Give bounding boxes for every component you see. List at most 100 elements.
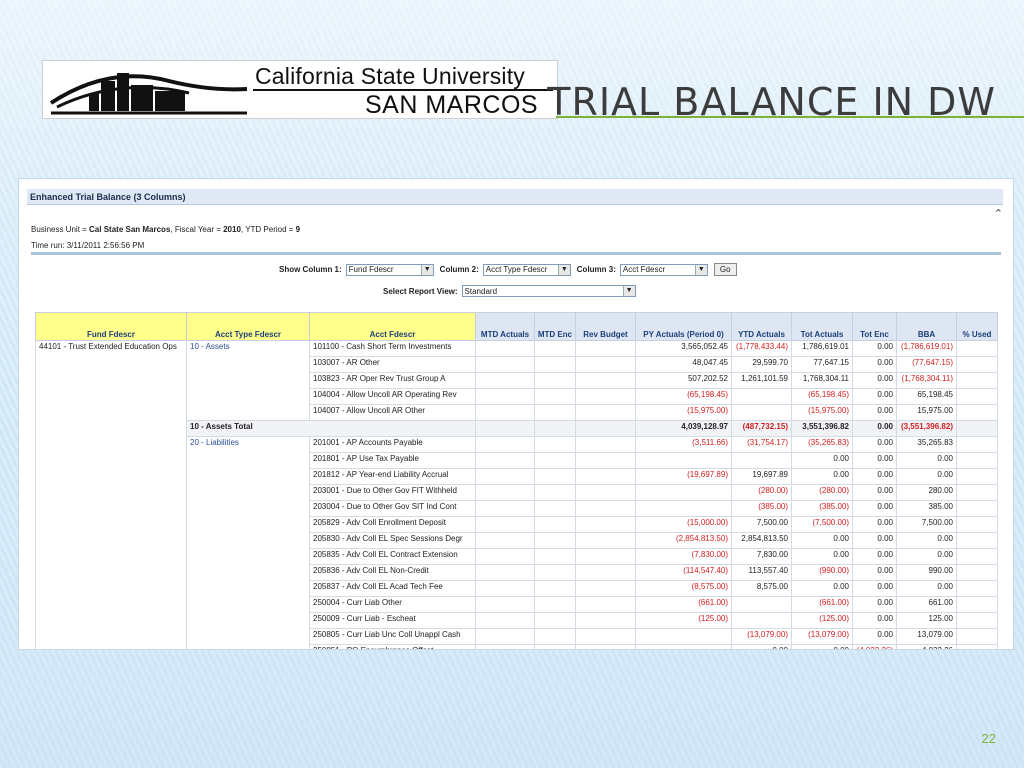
table-cell bbox=[475, 612, 535, 629]
table-cell: (114,547.40) bbox=[635, 564, 732, 581]
table-cell: 13,079.00 bbox=[896, 628, 957, 645]
table-cell: 0.00 bbox=[852, 420, 897, 437]
column-header[interactable]: Acct Type Fdescr bbox=[186, 312, 310, 341]
table-cell: 0.00 bbox=[896, 468, 957, 485]
table-cell bbox=[956, 644, 998, 649]
table-cell bbox=[575, 436, 636, 453]
table-cell bbox=[475, 628, 535, 645]
table-cell: 661.00 bbox=[896, 596, 957, 613]
separator-bar bbox=[31, 252, 1001, 255]
table-cell bbox=[534, 580, 576, 597]
table-cell bbox=[534, 644, 576, 649]
table-header-row: Fund Fdescr Acct Type Fdescr Acct Fdescr… bbox=[35, 312, 998, 341]
table-cell: 0.00 bbox=[852, 356, 897, 373]
table-cell bbox=[956, 372, 998, 389]
table-cell: 8,575.00 bbox=[731, 580, 792, 597]
table-cell: (65,198.45) bbox=[791, 388, 853, 405]
table-cell bbox=[575, 356, 636, 373]
column-header[interactable]: Acct Fdescr bbox=[309, 312, 476, 341]
report-view-select[interactable]: Standard ▼ bbox=[461, 285, 636, 297]
acct-cell: 205837 - Adv Coll EL Acad Tech Fee bbox=[309, 580, 476, 597]
table-cell: 3,565,052.45 bbox=[635, 340, 732, 357]
collapse-icon[interactable]: ⌃ bbox=[994, 207, 1003, 220]
ytd-value: 9 bbox=[295, 225, 301, 234]
table-cell: 0.00 bbox=[896, 548, 957, 565]
table-cell: (4,032.26) bbox=[852, 644, 897, 649]
show-column-1-label: Show Column 1: bbox=[279, 265, 342, 274]
table-cell: 0.00 bbox=[791, 580, 853, 597]
table-cell bbox=[956, 404, 998, 421]
table-cell bbox=[575, 340, 636, 357]
bu-value: Cal State San Marcos bbox=[89, 225, 171, 234]
acct-cell: 103007 - AR Other bbox=[309, 356, 476, 373]
table-cell bbox=[575, 500, 636, 517]
table-cell bbox=[731, 452, 792, 469]
table-cell: (15,000.00) bbox=[635, 516, 732, 533]
table-cell bbox=[731, 596, 792, 613]
column-3-select[interactable]: Acct Fdescr ▼ bbox=[619, 263, 708, 276]
logo-line-1: California State University bbox=[255, 63, 526, 89]
chevron-down-icon: ▼ bbox=[622, 286, 635, 296]
column-header[interactable]: Rev Budget bbox=[575, 312, 636, 341]
table-cell bbox=[575, 564, 636, 581]
table-cell: 7,830.00 bbox=[731, 548, 792, 565]
table-cell: (15,975.00) bbox=[635, 404, 732, 421]
table-cell bbox=[575, 372, 636, 389]
acct-type-link[interactable]: 10 - Assets bbox=[186, 340, 310, 421]
acct-cell: 250009 - Curr Liab - Escheat bbox=[309, 612, 476, 629]
column-2-select[interactable]: Acct Type Fdescr ▼ bbox=[482, 263, 571, 276]
column-header[interactable]: YTD Actuals bbox=[731, 312, 792, 341]
table-cell: (661.00) bbox=[791, 596, 853, 613]
go-button[interactable]: Go bbox=[713, 263, 737, 276]
table-cell: 0.00 bbox=[852, 580, 897, 597]
column-header[interactable]: % Used bbox=[956, 312, 998, 341]
report-parameters: Business Unit = Cal State San Marcos, Fi… bbox=[31, 225, 300, 234]
table-cell bbox=[731, 612, 792, 629]
table-cell: 0.00 bbox=[852, 468, 897, 485]
column-header[interactable]: PY Actuals (Period 0) bbox=[635, 312, 732, 341]
table-cell bbox=[956, 356, 998, 373]
trial-balance-table: Fund Fdescr Acct Type Fdescr Acct Fdescr… bbox=[35, 312, 998, 649]
column-1-select[interactable]: Fund Fdescr ▼ bbox=[345, 263, 434, 276]
table-cell bbox=[534, 532, 576, 549]
table-cell: 0.00 bbox=[852, 612, 897, 629]
column-header[interactable]: Tot Enc bbox=[852, 312, 897, 341]
table-cell bbox=[534, 596, 576, 613]
table-cell bbox=[475, 388, 535, 405]
table-cell: 0.00 bbox=[791, 468, 853, 485]
table-cell: 0.00 bbox=[896, 452, 957, 469]
column-header[interactable]: Tot Actuals bbox=[791, 312, 853, 341]
column-header[interactable]: MTD Actuals bbox=[475, 312, 535, 341]
page-number: 22 bbox=[981, 731, 996, 746]
table-cell bbox=[475, 548, 535, 565]
acct-cell: 103823 - AR Oper Rev Trust Group A bbox=[309, 372, 476, 389]
column-2-value: Acct Type Fdescr bbox=[485, 265, 548, 274]
table-cell bbox=[575, 420, 636, 437]
report-view-row: Select Report View: Standard ▼ bbox=[383, 285, 636, 297]
table-cell: 0.00 bbox=[852, 388, 897, 405]
acct-type-link[interactable]: 20 - Liabilities bbox=[186, 436, 310, 649]
table-cell: 15,975.00 bbox=[896, 404, 957, 421]
table-cell bbox=[534, 356, 576, 373]
table-cell bbox=[575, 484, 636, 501]
column-header[interactable]: MTD Enc bbox=[534, 312, 576, 341]
table-cell bbox=[475, 420, 535, 437]
table-cell bbox=[956, 484, 998, 501]
table-cell bbox=[475, 580, 535, 597]
table-cell bbox=[534, 436, 576, 453]
chevron-down-icon: ▼ bbox=[694, 264, 707, 275]
table-cell bbox=[475, 532, 535, 549]
table-cell bbox=[575, 468, 636, 485]
column-header[interactable]: BBA bbox=[896, 312, 957, 341]
table-cell: (1,786,619.01) bbox=[896, 340, 957, 357]
table-cell: 0.00 bbox=[791, 644, 853, 649]
column-header[interactable]: Fund Fdescr bbox=[35, 312, 187, 341]
table-cell bbox=[956, 548, 998, 565]
table-cell: (487,732.15) bbox=[731, 420, 792, 437]
table-cell: 0.00 bbox=[791, 532, 853, 549]
table-cell bbox=[534, 628, 576, 645]
table-cell: (15,975.00) bbox=[791, 404, 853, 421]
acct-cell: 101100 - Cash Short Term Investments bbox=[309, 340, 476, 357]
table-cell bbox=[575, 628, 636, 645]
table-cell: 0.00 bbox=[791, 452, 853, 469]
